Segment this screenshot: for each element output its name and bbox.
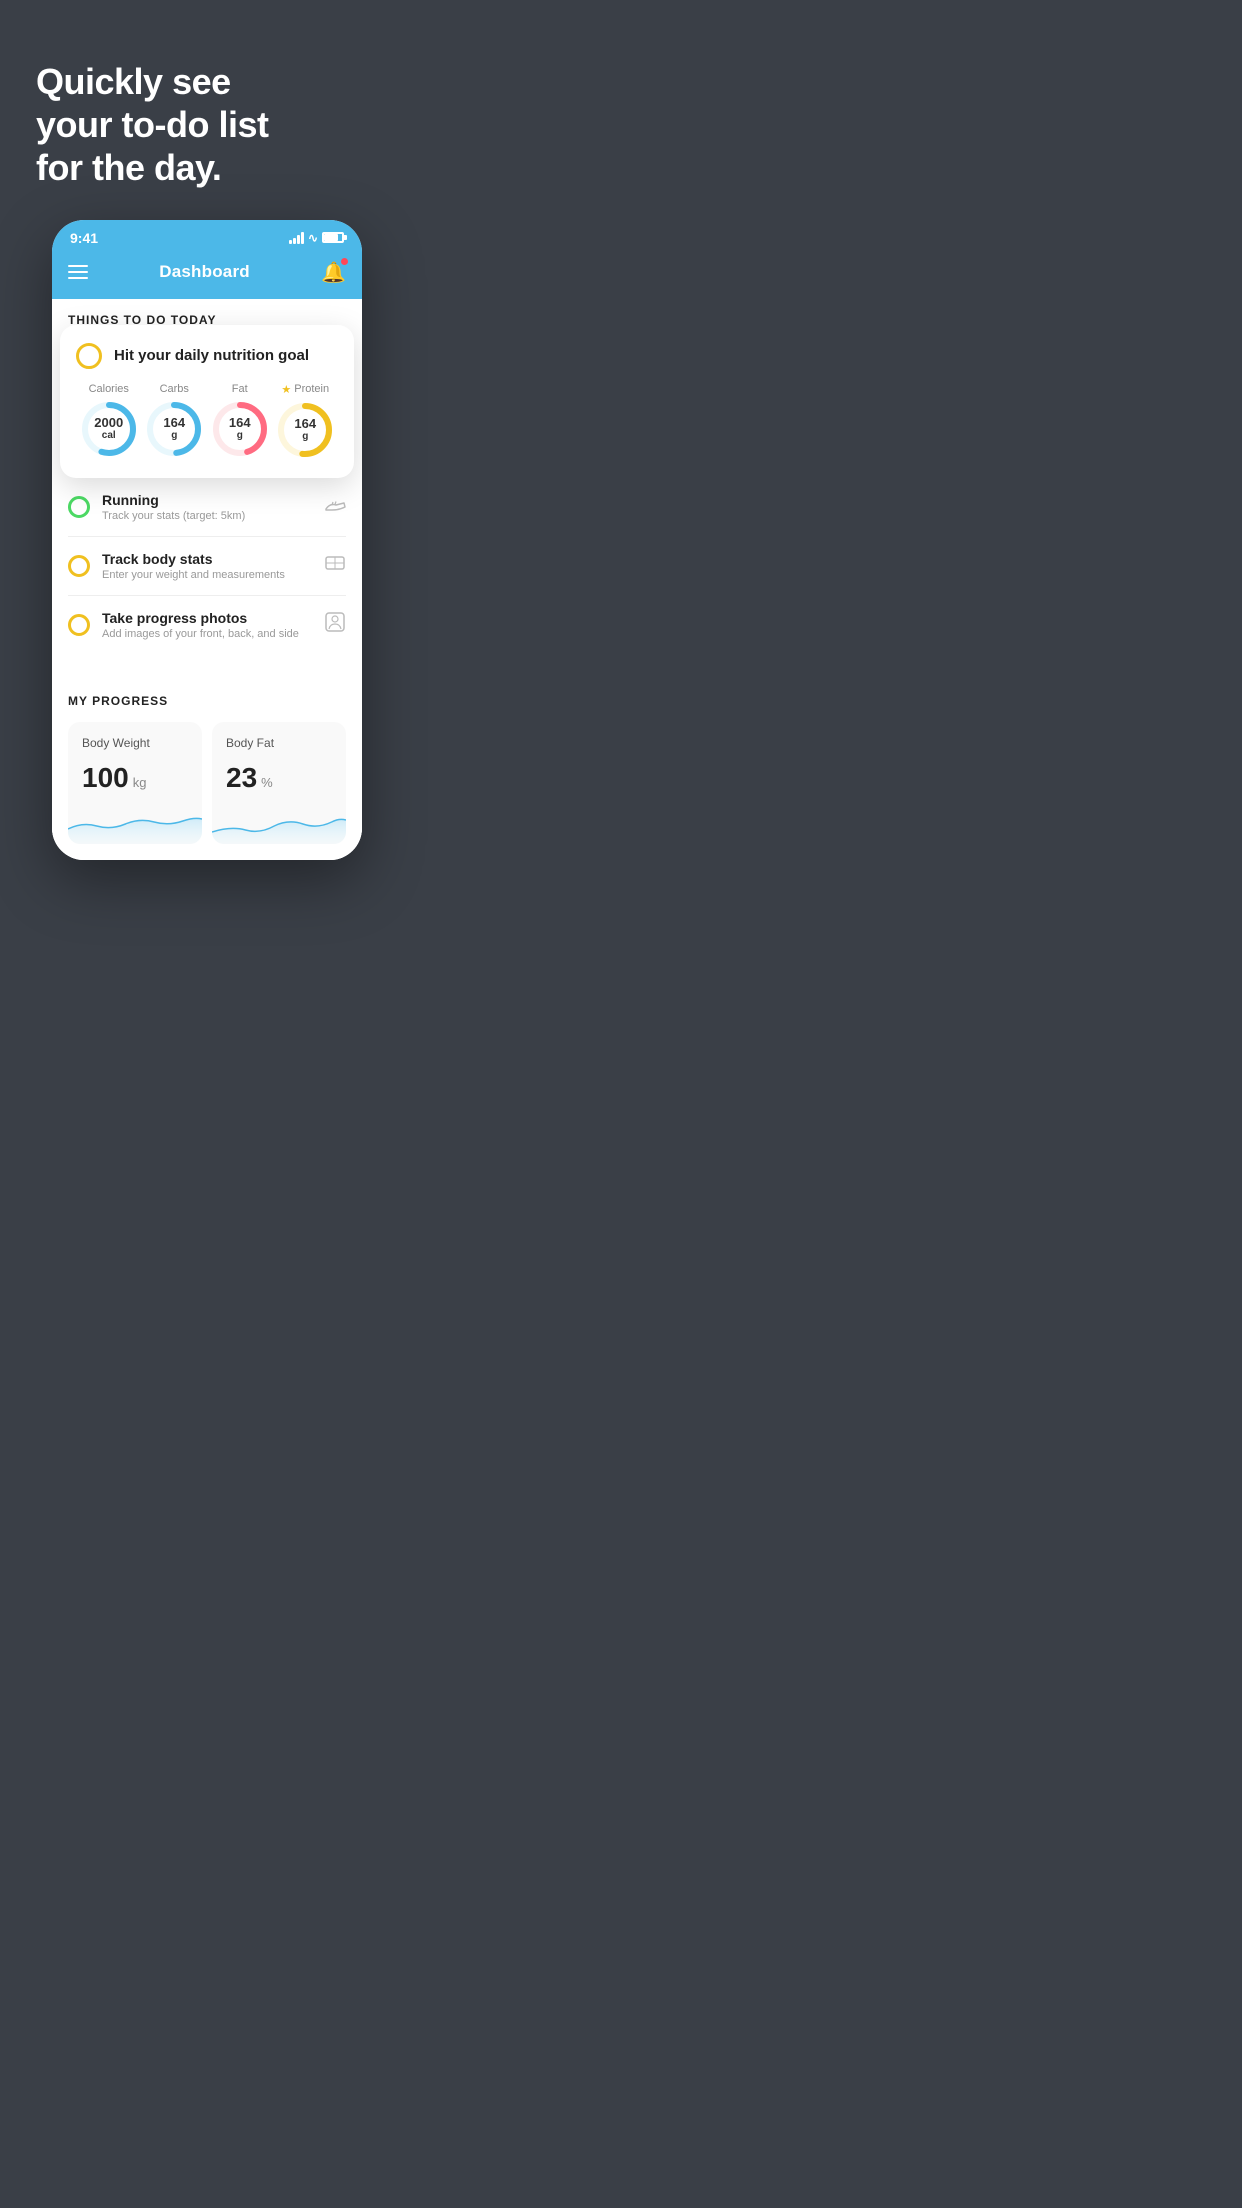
notification-bell-icon[interactable]: 🔔 bbox=[321, 260, 346, 285]
carbs-ring: Carbs 164 g bbox=[144, 383, 204, 459]
todo-item-running[interactable]: Running Track your stats (target: 5km) bbox=[68, 478, 346, 537]
calories-value: 2000 cal bbox=[94, 415, 123, 443]
scale-icon bbox=[324, 554, 346, 577]
fat-ring: Fat 164 g bbox=[210, 383, 270, 459]
status-bar: 9:41 ∿ bbox=[52, 220, 362, 252]
body-weight-title: Body Weight bbox=[82, 736, 188, 750]
carbs-label: Carbs bbox=[160, 383, 189, 395]
menu-icon[interactable] bbox=[68, 265, 88, 279]
carbs-chart: 164 g bbox=[144, 399, 204, 459]
todo-content-running: Running Track your stats (target: 5km) bbox=[102, 492, 312, 522]
person-icon bbox=[324, 611, 346, 638]
hero-title: Quickly see your to-do list for the day. bbox=[36, 60, 378, 190]
battery-icon bbox=[322, 232, 344, 243]
protein-label-row: ★ Protein bbox=[281, 383, 329, 396]
todo-title-photos: Take progress photos bbox=[102, 610, 312, 626]
todo-content-body-stats: Track body stats Enter your weight and m… bbox=[102, 551, 312, 581]
app-header: Dashboard 🔔 bbox=[52, 252, 362, 299]
protein-label: Protein bbox=[294, 383, 329, 395]
spacer bbox=[52, 654, 362, 674]
fat-value: 164 g bbox=[229, 415, 251, 443]
todo-subtitle-body-stats: Enter your weight and measurements bbox=[102, 569, 312, 581]
progress-section: MY PROGRESS Body Weight 100 kg bbox=[52, 674, 362, 860]
protein-ring: ★ Protein 164 g bbox=[275, 383, 335, 460]
nutrition-card-title: Hit your daily nutrition goal bbox=[114, 347, 309, 364]
body-weight-value-row: 100 kg bbox=[82, 762, 188, 794]
body-weight-card: Body Weight 100 kg bbox=[68, 722, 202, 844]
body-fat-wave bbox=[212, 804, 346, 844]
body-fat-card: Body Fat 23 % bbox=[212, 722, 346, 844]
todo-content-photos: Take progress photos Add images of your … bbox=[102, 610, 312, 640]
nutrition-rings: Calories 2000 cal bbox=[76, 383, 338, 460]
body-weight-value: 100 bbox=[82, 762, 129, 794]
todo-subtitle-photos: Add images of your front, back, and side bbox=[102, 628, 312, 640]
status-icons: ∿ bbox=[289, 231, 344, 245]
header-title: Dashboard bbox=[159, 262, 250, 282]
body-weight-wave bbox=[68, 804, 202, 844]
app-body: THINGS TO DO TODAY Hit your daily nutrit… bbox=[52, 299, 362, 860]
body-weight-unit: kg bbox=[133, 775, 147, 790]
todo-subtitle-running: Track your stats (target: 5km) bbox=[102, 510, 312, 522]
todo-checkbox-body-stats[interactable] bbox=[68, 555, 90, 577]
calories-chart: 2000 cal bbox=[79, 399, 139, 459]
page-wrapper: Quickly see your to-do list for the day.… bbox=[0, 0, 414, 900]
notification-dot bbox=[341, 258, 348, 265]
protein-value: 164 g bbox=[294, 416, 316, 444]
progress-section-title: MY PROGRESS bbox=[68, 694, 346, 708]
phone-mockup: 9:41 ∿ Dashboard 🔔 bbox=[52, 220, 362, 860]
nutrition-card[interactable]: Hit your daily nutrition goal Calories bbox=[60, 325, 354, 478]
todo-title-body-stats: Track body stats bbox=[102, 551, 312, 567]
time-display: 9:41 bbox=[70, 230, 98, 246]
calories-label: Calories bbox=[89, 383, 129, 395]
todo-checkbox-running[interactable] bbox=[68, 496, 90, 518]
signal-icon bbox=[289, 232, 304, 244]
hero-section: Quickly see your to-do list for the day. bbox=[0, 0, 414, 220]
body-fat-value: 23 bbox=[226, 762, 257, 794]
fat-chart: 164 g bbox=[210, 399, 270, 459]
star-icon: ★ bbox=[281, 383, 291, 396]
calories-ring: Calories 2000 cal bbox=[79, 383, 139, 459]
nutrition-checkbox[interactable] bbox=[76, 343, 102, 369]
nutrition-title-row: Hit your daily nutrition goal bbox=[76, 343, 338, 369]
carbs-value: 164 g bbox=[163, 415, 185, 443]
todo-item-photos[interactable]: Take progress photos Add images of your … bbox=[68, 596, 346, 654]
todo-title-running: Running bbox=[102, 492, 312, 508]
progress-cards: Body Weight 100 kg bbox=[68, 722, 346, 844]
todo-list: Running Track your stats (target: 5km) bbox=[52, 478, 362, 654]
shoe-icon bbox=[324, 495, 346, 518]
todo-item-body-stats[interactable]: Track body stats Enter your weight and m… bbox=[68, 537, 346, 596]
body-fat-unit: % bbox=[261, 775, 273, 790]
wifi-icon: ∿ bbox=[308, 231, 318, 245]
fat-label: Fat bbox=[232, 383, 248, 395]
todo-checkbox-photos[interactable] bbox=[68, 614, 90, 636]
protein-chart: 164 g bbox=[275, 400, 335, 460]
body-fat-title: Body Fat bbox=[226, 736, 332, 750]
body-fat-value-row: 23 % bbox=[226, 762, 332, 794]
